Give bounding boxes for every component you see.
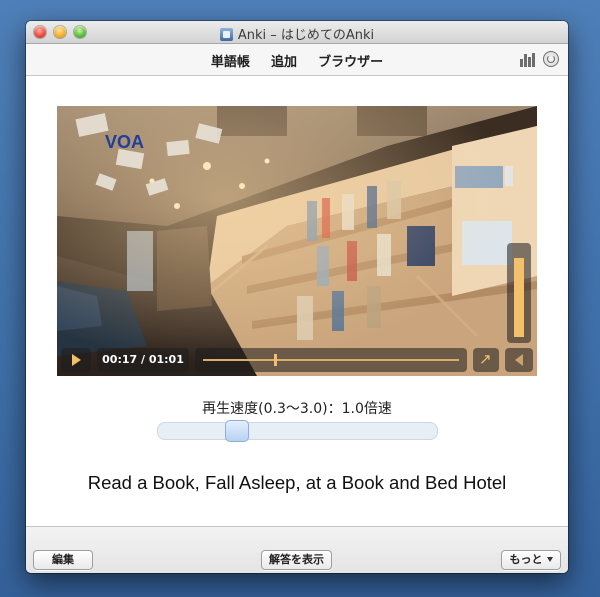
chevron-down-icon xyxy=(546,557,553,562)
play-button[interactable] xyxy=(61,348,91,372)
toolbar-decks-link[interactable]: 単語帳 xyxy=(211,51,250,70)
voa-logo: VOA xyxy=(105,132,144,152)
window-title: Anki – はじめてのAnki xyxy=(26,24,568,43)
toolbar-menu: 単語帳 追加 ブラウザー xyxy=(26,51,568,70)
title-bar[interactable]: Anki – はじめてのAnki xyxy=(26,21,568,44)
main-toolbar: 単語帳 追加 ブラウザー xyxy=(26,44,568,76)
anki-app-icon xyxy=(219,28,233,41)
more-button[interactable]: もっと xyxy=(501,550,561,570)
volume-level xyxy=(514,258,524,337)
video-frame-image: VOA xyxy=(57,106,537,376)
bottom-bar: 編集 解答を表示 もっと xyxy=(26,526,568,573)
anki-window: Anki – はじめてのAnki 単語帳 追加 ブラウザー VOA 00:17 … xyxy=(26,21,568,573)
volume-button[interactable] xyxy=(505,348,533,372)
video-player[interactable]: VOA 00:17 / 01:01 xyxy=(57,106,537,376)
playback-speed-thumb[interactable] xyxy=(225,420,249,442)
seek-thumb[interactable] xyxy=(273,354,277,366)
time-display: 00:17 / 01:01 xyxy=(97,348,189,372)
volume-slider[interactable] xyxy=(507,243,531,343)
fullscreen-button[interactable] xyxy=(473,348,499,372)
toolbar-browse-link[interactable]: ブラウザー xyxy=(318,51,383,70)
show-answer-button[interactable]: 解答を表示 xyxy=(261,550,332,570)
seek-bar[interactable] xyxy=(195,348,467,372)
edit-button[interactable]: 編集 xyxy=(33,550,93,570)
card-sentence: Read a Book, Fall Asleep, at a Book and … xyxy=(87,472,507,493)
video-controls: 00:17 / 01:01 xyxy=(57,345,537,376)
sync-icon[interactable] xyxy=(543,51,559,67)
playback-speed-slider[interactable] xyxy=(157,420,438,442)
seek-track xyxy=(203,359,459,361)
more-label: もっと xyxy=(509,553,543,566)
toolbar-add-link[interactable]: 追加 xyxy=(271,51,297,70)
playback-speed-label: 再生速度(0.3〜3.0)：1.0倍速 xyxy=(202,401,392,417)
stats-icon[interactable] xyxy=(520,53,536,67)
window-title-text: Anki – はじめてのAnki xyxy=(237,28,375,43)
card-content: VOA 00:17 / 01:01 再生速度(0.3〜3.0)：1.0倍速 Re… xyxy=(26,76,568,526)
